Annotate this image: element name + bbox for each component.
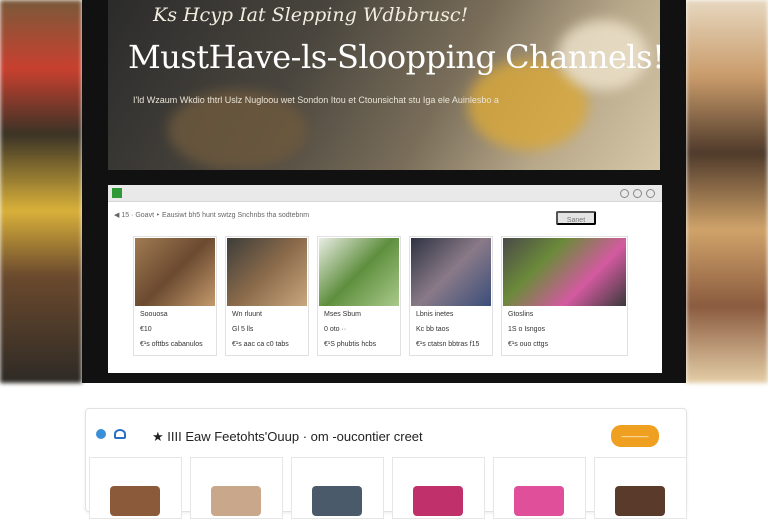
product-grid: Soouosa €10 €¹s ofttbs cabanulos Wn rluu…: [133, 236, 628, 356]
product-card[interactable]: Mses Sbum 0 oto ·· €¹S phubtis hcbs: [317, 236, 401, 356]
product-card[interactable]: Soouosa €10 €¹s ofttbs cabanulos: [133, 236, 217, 356]
minimize-icon[interactable]: [620, 189, 629, 198]
product-card[interactable]: Gtoslins 1S o Isngos €¹s ouo cttgs: [501, 236, 628, 356]
channel-thumbnail: [312, 486, 362, 516]
maximize-icon[interactable]: [633, 189, 642, 198]
product-meta: €¹s aac ca c0 tabs: [232, 341, 289, 348]
browser-titlebar: [108, 185, 662, 202]
product-price: Kc bb taos: [416, 326, 450, 333]
background-left-collage: [0, 0, 82, 383]
product-name: Wn rluunt: [232, 311, 262, 318]
background-right-collage: [686, 0, 768, 383]
product-image: [227, 238, 307, 306]
site-favicon-icon: [112, 188, 122, 198]
product-card[interactable]: Lbnis inetes Kc bb taos €¹s ctatsn bbtra…: [409, 236, 493, 356]
panel-icons: [96, 429, 126, 439]
hero-banner: Ks Hcyp Iat Slepping Wdbbrusc! MustHave-…: [108, 0, 660, 170]
hero-subtitle: I'ld Wzaum Wkdio thtrl Uslz Nugloou wet …: [133, 95, 499, 105]
product-price: 1S o Isngos: [508, 326, 545, 333]
search-button[interactable]: Sanet: [556, 211, 596, 225]
product-meta: €¹S phubtis hcbs: [324, 341, 377, 348]
product-name: Lbnis inetes: [416, 311, 454, 318]
panel-title: ★ IIII Eaw Feetohts'Ouup · om -oucontier…: [152, 429, 423, 444]
browser-window: ◀ 15 · Goavt ‣ Eausiwt bh5 hunt swtzg Sn…: [108, 185, 662, 373]
channel-thumbnail: [615, 486, 665, 516]
product-name: Mses Sbum: [324, 311, 361, 318]
product-price: 0 oto ··: [324, 326, 347, 333]
shop-button[interactable]: ———: [611, 425, 659, 447]
bag-icon[interactable]: [114, 429, 126, 439]
channel-thumbnail: [514, 486, 564, 516]
product-meta: €¹s ctatsn bbtras f15: [416, 341, 480, 348]
product-image: [411, 238, 491, 306]
channel-thumbnail: [110, 486, 160, 516]
product-name: Soouosa: [140, 311, 168, 318]
hero-kicker: Ks Hcyp Iat Slepping Wdbbrusc!: [153, 4, 469, 26]
product-price: €10: [140, 326, 152, 333]
channel-thumbnail: [413, 486, 463, 516]
product-card[interactable]: Wn rluunt Gl 5 lls €¹s aac ca c0 tabs: [225, 236, 309, 356]
location-icon[interactable]: [96, 429, 106, 439]
hero-title: MustHave-ls-Sloopping Channels!: [128, 38, 660, 76]
product-name: Gtoslins: [508, 311, 534, 318]
breadcrumb[interactable]: ◀ 15 · Goavt ‣ Eausiwt bh5 hunt swtzg Sn…: [114, 211, 309, 219]
product-meta: €¹s ofttbs cabanulos: [140, 341, 203, 348]
product-image: [319, 238, 399, 306]
close-icon[interactable]: [646, 189, 655, 198]
product-image: [135, 238, 215, 306]
channel-thumbnail: [211, 486, 261, 516]
product-meta: €¹s ouo cttgs: [508, 341, 549, 348]
channel-panel: ★ IIII Eaw Feetohts'Ouup · om -oucontier…: [85, 408, 687, 519]
product-price: Gl 5 lls: [232, 326, 254, 333]
product-image: [503, 238, 626, 306]
